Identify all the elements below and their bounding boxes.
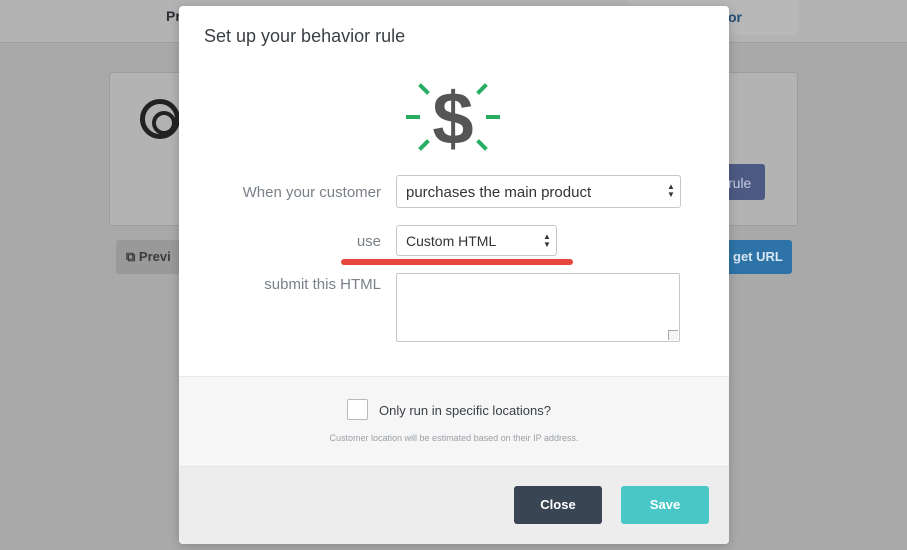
html-label: submit this HTML (264, 276, 381, 293)
close-button[interactable]: Close (514, 486, 602, 524)
behavior-rule-modal: Set up your behavior rule $ When your cu… (179, 6, 729, 544)
dollar-sign-icon: $ (406, 78, 500, 152)
select-arrows-icon: ▲ ▼ (543, 232, 551, 249)
use-label: use (356, 233, 381, 250)
html-textarea[interactable] (396, 273, 680, 342)
modal-title: Set up your behavior rule (204, 26, 406, 46)
customer-action-value: purchases the main product (406, 184, 592, 201)
location-section: Only run in specific locations? Customer… (179, 376, 729, 467)
save-button[interactable]: Save (621, 486, 709, 524)
highlight-underline (341, 259, 573, 265)
use-type-value: Custom HTML (406, 233, 497, 249)
select-arrows-icon: ▲ ▼ (667, 182, 675, 199)
location-checkbox[interactable] (347, 399, 368, 420)
use-type-select[interactable]: Custom HTML ▲ ▼ (396, 225, 557, 256)
target-icon (140, 99, 180, 139)
external-link-icon: ⧉ (126, 249, 136, 264)
modal-footer: Close Save (179, 467, 729, 544)
location-note: Customer location will be estimated base… (329, 433, 579, 443)
background-preview-button: ⧉ Previ (116, 240, 186, 274)
resize-handle-icon[interactable] (668, 330, 678, 340)
background-preview-label: Previ (138, 249, 171, 264)
customer-label: When your customer (242, 184, 381, 201)
svg-text:$: $ (432, 78, 473, 152)
customer-action-select[interactable]: purchases the main product ▲ ▼ (396, 175, 681, 208)
location-checkbox-label[interactable]: Only run in specific locations? (379, 403, 551, 418)
